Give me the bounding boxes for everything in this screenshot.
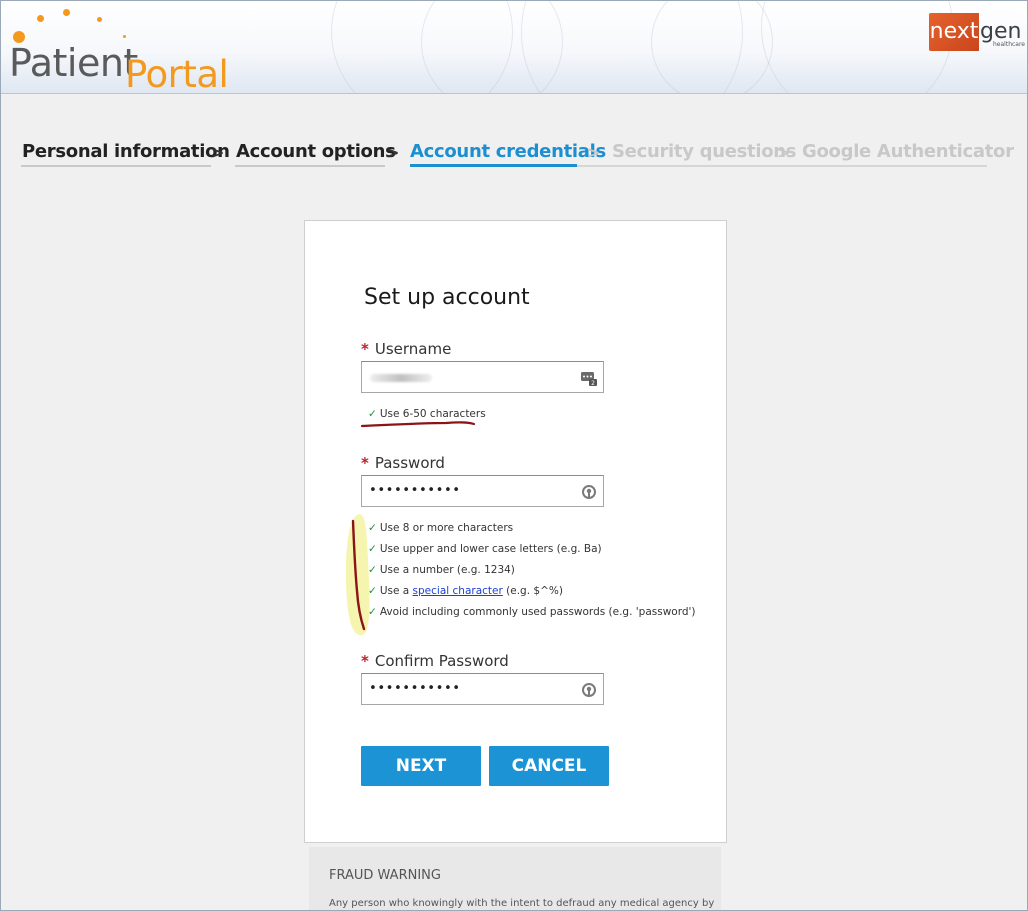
breadcrumb-step-personal-information: Personal information: [22, 141, 230, 162]
check-icon: ✓: [368, 585, 377, 597]
breadcrumb-separator: >: [386, 143, 400, 162]
username-input[interactable]: 2: [361, 361, 604, 393]
brand-healthcare: healthcare: [993, 41, 1025, 48]
app-window: Patient Portal next gen healthcare Perso…: [0, 0, 1028, 911]
credential-manager-icon[interactable]: 2: [580, 369, 598, 387]
svg-text:2: 2: [591, 380, 595, 387]
password-value: •••••••••••: [369, 483, 461, 498]
password-rule: ✓ Use a number (e.g. 1234): [368, 564, 515, 576]
password-label-text: Password: [374, 454, 445, 472]
confirm-password-input[interactable]: •••••••••••: [361, 673, 604, 705]
breadcrumb-underline: [21, 165, 211, 167]
breadcrumb-separator: >: [777, 143, 791, 162]
confirm-password-label: * Confirm Password: [361, 652, 509, 670]
username-label: * Username: [361, 340, 451, 358]
breadcrumb-underline: [235, 165, 385, 167]
fraud-warning: FRAUD WARNING Any person who knowingly w…: [309, 847, 721, 910]
key-icon[interactable]: [580, 681, 598, 699]
breadcrumb-separator: >: [587, 143, 601, 162]
brand-next: next: [929, 13, 979, 51]
username-label-text: Username: [374, 340, 452, 358]
next-button[interactable]: NEXT: [361, 746, 481, 786]
check-icon: ✓: [368, 606, 377, 618]
check-icon: ✓: [368, 543, 377, 555]
breadcrumb: Personal information > Account options >…: [21, 141, 1014, 169]
breadcrumb-step-google-authenticator: Google Authenticator: [802, 141, 1014, 162]
nextgen-logo: next gen healthcare: [929, 11, 1025, 53]
fraud-warning-text: Any person who knowingly with the intent…: [329, 898, 715, 909]
breadcrumb-underline-active: [410, 164, 577, 167]
check-icon: ✓: [368, 408, 377, 420]
patient-portal-logo: Patient Portal: [7, 7, 247, 93]
password-label: * Password: [361, 454, 445, 472]
required-marker: *: [361, 454, 369, 472]
breadcrumb-separator: >: [211, 143, 225, 162]
breadcrumb-step-account-options: Account options: [236, 141, 396, 162]
password-input[interactable]: •••••••••••: [361, 475, 604, 507]
key-icon[interactable]: [580, 483, 598, 501]
breadcrumb-step-account-credentials: Account credentials: [410, 141, 606, 162]
password-rule: ✓ Avoid including commonly used passwords…: [368, 606, 696, 618]
special-character-link[interactable]: special character: [413, 585, 503, 597]
setup-account-card: Set up account * Username 2 ✓ Use 6-50 cha…: [304, 220, 727, 843]
required-marker: *: [361, 340, 369, 358]
confirm-password-label-text: Confirm Password: [374, 652, 509, 670]
password-rule: ✓ Use upper and lower case letters (e.g. …: [368, 543, 602, 555]
page-title: Set up account: [364, 285, 530, 310]
logo-word-portal: Portal: [125, 53, 229, 94]
username-rule: ✓ Use 6-50 characters: [368, 408, 486, 420]
breadcrumb-step-security-questions: Security questions: [612, 141, 797, 162]
username-value-redacted: [370, 374, 432, 382]
password-rule: ✓ Use 8 or more characters: [368, 522, 514, 534]
logo-word-patient: Patient: [9, 41, 138, 85]
required-marker: *: [361, 652, 369, 670]
confirm-password-value: •••••••••••: [369, 681, 461, 696]
fraud-warning-heading: FRAUD WARNING: [329, 868, 441, 883]
check-icon: ✓: [368, 522, 377, 534]
check-icon: ✓: [368, 564, 377, 576]
cancel-button[interactable]: CANCEL: [489, 746, 609, 786]
page-header: Patient Portal next gen healthcare: [1, 1, 1027, 94]
password-rule: ✓ Use a special character (e.g. $^%): [368, 585, 563, 597]
breadcrumb-underline: [577, 165, 987, 167]
